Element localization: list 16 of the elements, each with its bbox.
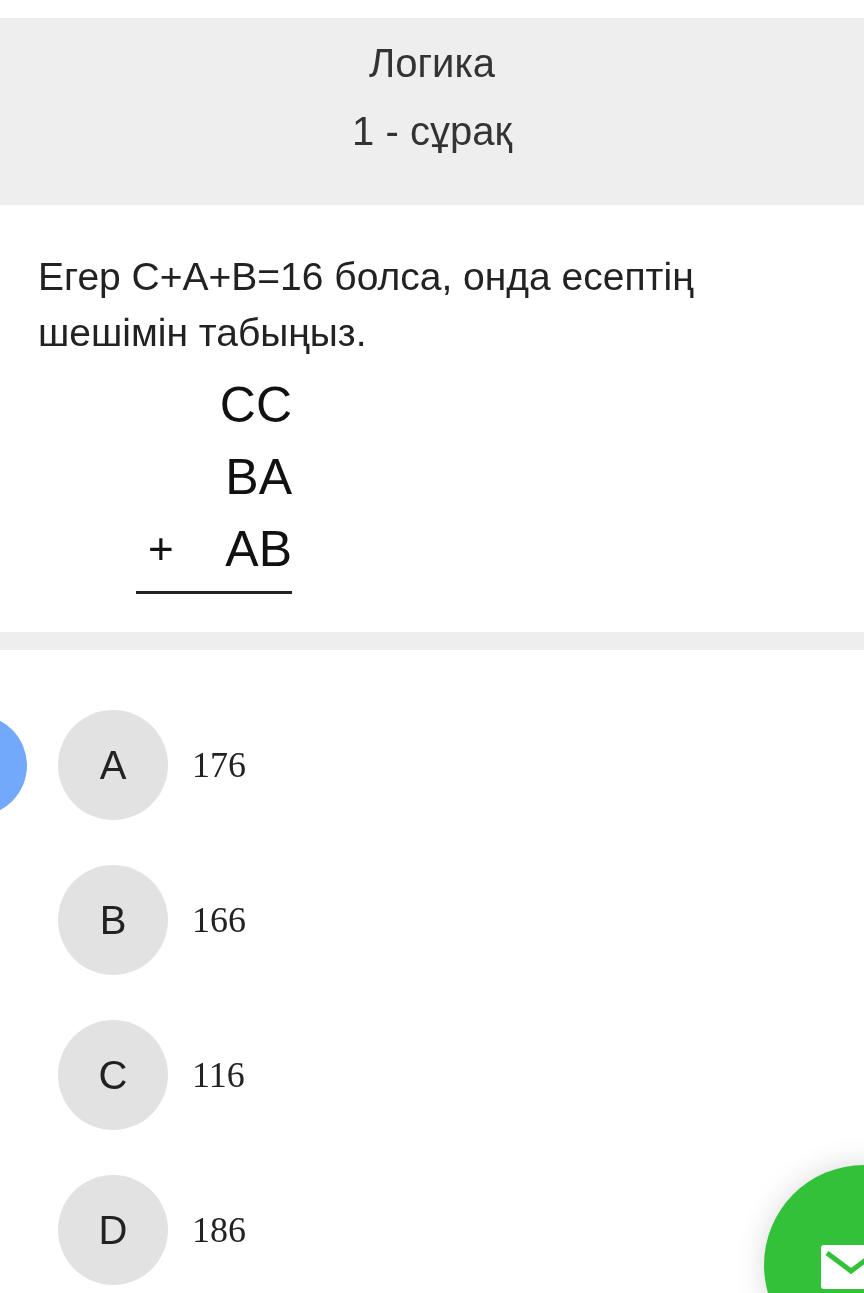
addend: CC [219, 376, 292, 434]
envelope-icon [821, 1245, 864, 1289]
option-letter[interactable]: C [58, 1020, 168, 1130]
addend: BA [225, 448, 292, 506]
plus-sign: + [148, 524, 174, 574]
quiz-title: Логика [368, 40, 496, 86]
question-text: Егер С+А+В=16 болса, онда есептің шешімін табыңыз. [38, 254, 695, 356]
option-letter[interactable]: A [58, 710, 168, 820]
question-number: 1 - сұрақ [352, 108, 512, 154]
option-letter[interactable]: B [58, 865, 168, 975]
option-answer[interactable]: 166 [192, 899, 246, 941]
option-answer[interactable]: 176 [192, 744, 246, 786]
option-answer[interactable]: 186 [192, 1209, 246, 1251]
addend: AB [225, 520, 292, 578]
option-letter[interactable]: D [58, 1175, 168, 1285]
option-answer[interactable]: 116 [192, 1054, 245, 1096]
